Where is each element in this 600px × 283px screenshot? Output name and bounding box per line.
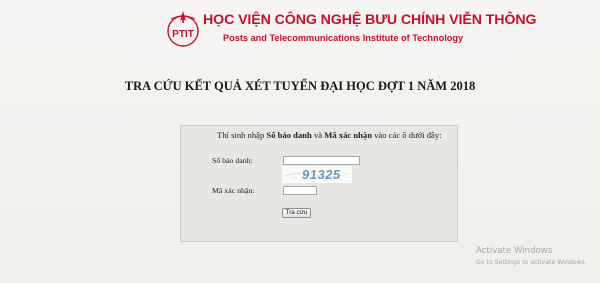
captcha-text: 91325 bbox=[302, 167, 341, 182]
site-header: PTIT HỌC VIỆN CÔNG NGHỆ BƯU CHÍNH VIỄN T… bbox=[163, 6, 537, 52]
instruction-sbd: Số báo danh bbox=[266, 130, 312, 140]
captcha-label: Mã xác nhận: bbox=[212, 186, 255, 195]
instruction-suffix: vào các ô dưới đây: bbox=[371, 130, 442, 140]
logo-text: PTIT bbox=[172, 29, 194, 40]
institute-name-vn: HỌC VIỆN CÔNG NGHỆ BƯU CHÍNH VIỄN THÔNG bbox=[203, 12, 537, 28]
institute-name-en: Posts and Telecommunications Institute o… bbox=[223, 33, 464, 43]
instruction-and: và bbox=[311, 130, 325, 140]
lookup-form-panel: Thí sinh nhập Số báo danh và Mã xác nhận… bbox=[180, 125, 458, 242]
sbd-label: Số báo danh: bbox=[212, 156, 253, 165]
sbd-input[interactable] bbox=[283, 156, 360, 165]
instruction-captcha: Mã xác nhận bbox=[324, 130, 372, 140]
captcha-input[interactable] bbox=[283, 186, 317, 195]
ptit-logo-icon: PTIT bbox=[167, 11, 199, 47]
page-title: TRA CỨU KẾT QUẢ XÉT TUYỂN ĐẠI HỌC ĐỢT 1 … bbox=[124, 79, 476, 93]
form-instruction: Thí sinh nhập Số báo danh và Mã xác nhận… bbox=[217, 130, 457, 140]
captcha-image: 91325 bbox=[282, 166, 352, 183]
activate-windows-watermark: Activate Windows Go to Settings to activ… bbox=[476, 246, 587, 267]
instruction-prefix: Thí sinh nhập bbox=[217, 130, 267, 140]
watermark-subtitle: Go to Settings to activate Windows. bbox=[476, 259, 587, 266]
lookup-submit-button[interactable]: Tra cứu bbox=[282, 208, 311, 218]
watermark-title: Activate Windows bbox=[476, 246, 553, 256]
